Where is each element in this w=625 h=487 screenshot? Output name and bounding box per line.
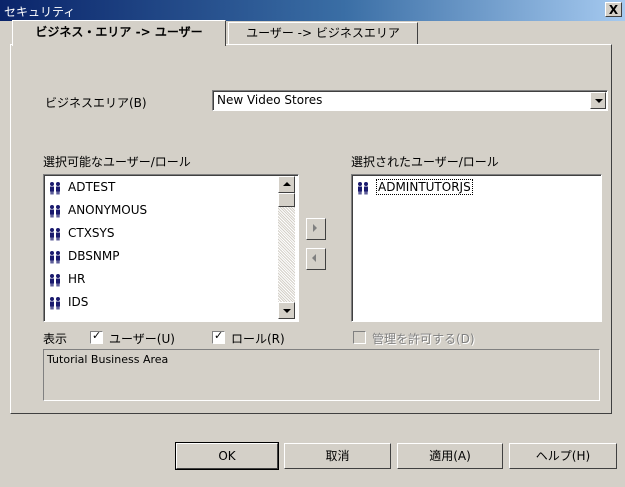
display-label: 表示 [43,332,68,346]
list-item[interactable]: ADMINTUTORJS [356,177,473,198]
selected-label: 選択されたユーザー/ロール [351,155,499,169]
list-item-label: IDS [68,295,89,309]
tab-user-to-business-area[interactable]: ユーザー -> ビジネスエリア [228,22,418,44]
chevron-down-icon [595,99,603,103]
admin-checkbox[interactable] [353,331,366,344]
user-group-icon [50,250,60,263]
title-bar: セキュリティ X [0,0,625,21]
description-box: Tutorial Business Area [43,349,600,401]
window-title: セキュリティ [4,5,76,19]
move-right-button[interactable] [306,218,326,240]
roles-checkbox-label[interactable]: ロール(R) [231,330,285,347]
scroll-up-button[interactable] [278,176,295,193]
close-button[interactable]: X [605,2,622,17]
list-item[interactable]: CTXSYS [48,223,115,244]
user-group-icon [50,227,60,240]
list-item-label: HR [68,272,86,286]
business-area-label: ビジネスエリア(B) [45,96,147,110]
list-item-label: DBSNMP [68,249,120,263]
business-area-value: New Video Stores [217,93,323,107]
check-icon: ✓ [92,329,102,342]
check-icon: ✓ [214,329,224,342]
cancel-button[interactable]: 取消 [284,443,391,469]
tab-label: ユーザー -> ビジネスエリア [246,26,400,40]
move-right-icon [313,224,317,232]
list-item[interactable]: ADTEST [48,177,115,198]
available-list[interactable]: ADTEST ANONYMOUS CTXSYS DBSNMP HR IDS [43,174,299,322]
chevron-down-icon [283,309,291,313]
apply-button[interactable]: 適用(A) [397,443,503,469]
scrollbar[interactable] [278,176,295,319]
tab-label: ビジネス・エリア -> ユーザー [35,25,203,39]
description-text: Tutorial Business Area [47,353,169,366]
selected-list[interactable]: ADMINTUTORJS [351,174,602,322]
user-group-icon [358,181,368,194]
roles-checkbox[interactable]: ✓ [212,329,225,344]
list-item-label: ANONYMOUS [68,203,148,217]
chevron-up-icon [283,182,291,186]
scroll-down-button[interactable] [278,302,295,319]
user-group-icon [50,273,60,286]
list-item[interactable]: HR [48,269,85,290]
list-item[interactable]: IDS [48,292,88,313]
help-button[interactable]: ヘルプ(H) [509,443,617,469]
users-checkbox[interactable]: ✓ [90,329,103,344]
users-checkbox-label[interactable]: ユーザー(U) [109,330,175,347]
list-item[interactable]: ANONYMOUS [48,200,147,221]
list-item-label: ADMINTUTORJS [376,179,473,195]
list-item-label: CTXSYS [68,226,115,240]
move-left-button[interactable] [306,248,326,270]
user-group-icon [50,181,60,194]
list-item-label: ADTEST [68,180,116,194]
available-label: 選択可能なユーザー/ロール [43,155,191,169]
tab-business-area-to-user[interactable]: ビジネス・エリア -> ユーザー [12,20,226,46]
user-group-icon [50,296,60,309]
list-item[interactable]: DBSNMP [48,246,119,267]
user-group-icon [50,204,60,217]
business-area-select[interactable]: New Video Stores [212,90,608,111]
move-left-icon [312,254,316,262]
dropdown-button[interactable] [590,92,606,109]
admin-checkbox-label[interactable]: 管理を許可する(D) [372,330,475,347]
ok-button[interactable]: OK [175,442,279,470]
scroll-thumb[interactable] [278,193,295,207]
